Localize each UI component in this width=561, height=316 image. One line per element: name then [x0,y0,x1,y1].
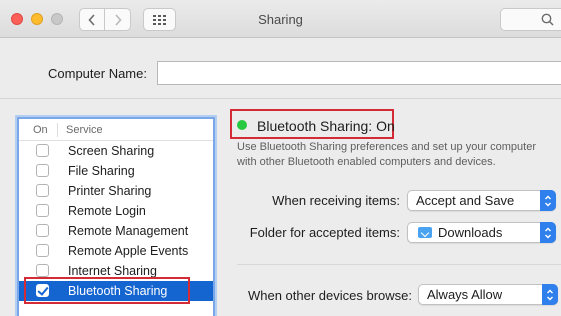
service-checkbox[interactable] [36,224,49,237]
service-row-file-sharing[interactable]: File Sharing [19,161,213,181]
service-list-header: On Service [19,119,213,141]
service-checkbox[interactable] [36,244,49,257]
service-label: Remote Apple Events [68,244,189,258]
column-service[interactable]: Service [66,124,103,136]
service-label: Remote Login [68,204,146,218]
column-separator [57,122,58,137]
service-row-printer-sharing[interactable]: Printer Sharing [19,181,213,201]
description: Use Bluetooth Sharing preferences and se… [237,140,561,170]
service-checkbox[interactable] [36,164,49,177]
service-label: Printer Sharing [68,184,152,198]
status-indicator-icon [237,120,247,130]
popup-arrows-icon [542,284,558,305]
search-icon [541,13,554,26]
service-row-remote-apple-events[interactable]: Remote Apple Events [19,241,213,261]
computer-name-label: Computer Name: [48,66,147,81]
popup-arrows-icon [540,190,556,211]
browse-label: When other devices browse: [247,288,412,303]
popup-arrows-icon [540,222,556,243]
computer-name-field[interactable] [157,61,561,85]
status-text: Bluetooth Sharing: On [257,118,395,134]
highlight-box-bluetooth-row [24,277,190,304]
column-on[interactable]: On [19,124,57,136]
popup-value: Accept and Save [416,193,515,208]
service-row-remote-login[interactable]: Remote Login [19,201,213,221]
folder-label: Folder for accepted items: [249,225,400,240]
divider [0,98,561,99]
title-bar: Sharing [0,0,561,38]
description-line: with other Bluetooth enabled computers a… [237,156,496,168]
service-label: Internet Sharing [68,264,157,278]
description-line: Use Bluetooth Sharing preferences and se… [237,141,537,153]
service-label: Screen Sharing [68,144,155,158]
receiving-items-popup[interactable]: Accept and Save [407,190,556,211]
service-checkbox[interactable] [36,264,49,277]
window-title: Sharing [258,12,303,27]
folder-popup[interactable]: Downloads [407,222,556,243]
downloads-folder-icon [418,227,432,238]
browse-popup[interactable]: Always Allow [418,284,558,305]
service-checkbox[interactable] [36,204,49,217]
section-divider [237,264,561,265]
receiving-items-label: When receiving items: [272,193,400,208]
popup-value: Downloads [438,225,503,240]
service-label: File Sharing [68,164,135,178]
service-checkbox[interactable] [36,144,49,157]
service-row-remote-management[interactable]: Remote Management [19,221,213,241]
service-row-screen-sharing[interactable]: Screen Sharing [19,141,213,161]
service-label: Remote Management [68,224,189,238]
search-field[interactable] [500,8,561,31]
popup-value: Always Allow [427,287,503,302]
service-checkbox[interactable] [36,184,49,197]
